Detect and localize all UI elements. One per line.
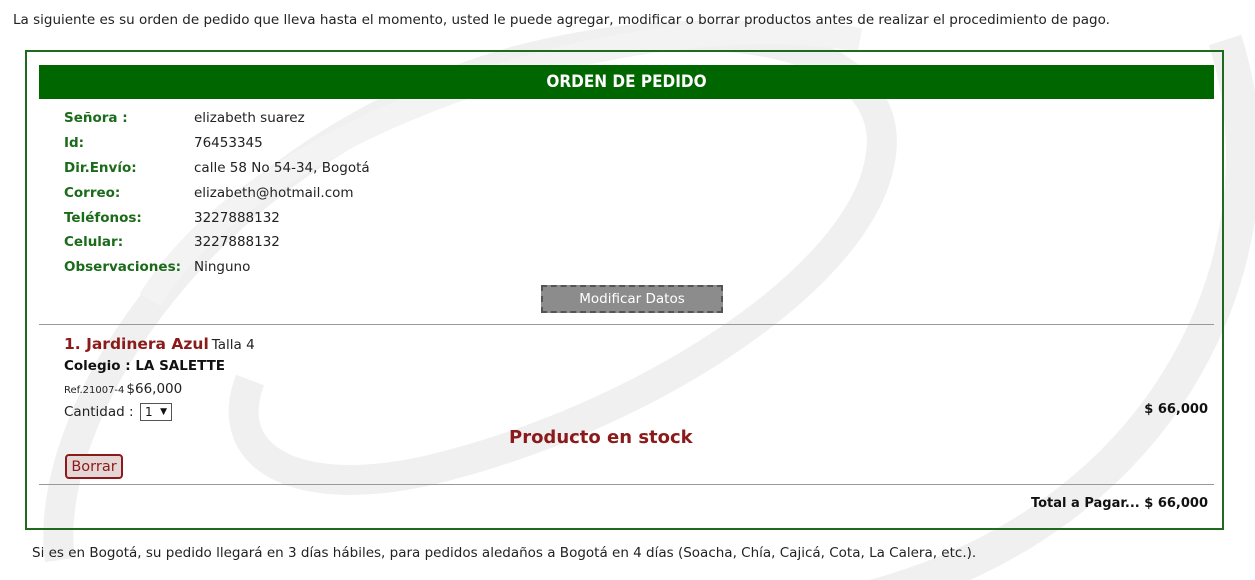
info-label: Dir.Envío: bbox=[64, 159, 137, 176]
divider bbox=[39, 324, 1214, 325]
total-to-pay: Total a Pagar... $ 66,000 bbox=[1030, 496, 1208, 511]
info-row-phones: Teléfonos: 3227888132 bbox=[64, 205, 370, 230]
info-value: elizabeth@hotmail.com bbox=[194, 184, 354, 201]
info-value: Ninguno bbox=[194, 259, 251, 276]
product-ref-line: Ref.21007-4 $66,000 bbox=[64, 378, 182, 397]
quantity-select[interactable]: 1 ▼ bbox=[140, 403, 172, 421]
delivery-note: Si es en Bogotá, su pedido llegará en 3 … bbox=[32, 545, 977, 561]
info-row-email: Correo: elizabeth@hotmail.com bbox=[64, 180, 370, 205]
stock-status: Producto en stock bbox=[509, 427, 693, 448]
info-label: Teléfonos: bbox=[64, 209, 142, 226]
info-row-id: Id: 76453345 bbox=[64, 131, 370, 156]
info-value: 76453345 bbox=[194, 135, 263, 152]
info-row-name: Señora : elizabeth suarez bbox=[64, 106, 370, 131]
product-item: 1. Jardinera Azul Talla 4 bbox=[64, 335, 255, 353]
order-box: ORDEN DE PEDIDO Señora : elizabeth suare… bbox=[25, 50, 1224, 530]
info-value: elizabeth suarez bbox=[194, 110, 305, 127]
info-label: Celular: bbox=[64, 234, 124, 251]
info-label: Señora : bbox=[64, 110, 128, 127]
product-size: Talla 4 bbox=[211, 337, 255, 353]
delete-product-button[interactable]: Borrar bbox=[65, 454, 123, 479]
info-row-notes: Observaciones: Ninguno bbox=[64, 255, 370, 280]
info-value: 3227888132 bbox=[194, 234, 280, 251]
info-row-mobile: Celular: 3227888132 bbox=[64, 230, 370, 255]
product-ref: Ref.21007-4 bbox=[64, 385, 125, 396]
order-header-title: ORDEN DE PEDIDO bbox=[39, 65, 1214, 99]
info-row-address: Dir.Envío: calle 58 No 54-34, Bogotá bbox=[64, 156, 370, 181]
dropdown-arrow-icon: ▼ bbox=[160, 407, 167, 417]
quantity-value: 1 bbox=[145, 405, 153, 419]
line-total-price: $ 66,000 bbox=[1144, 402, 1208, 417]
product-name[interactable]: 1. Jardinera Azul bbox=[64, 335, 209, 353]
quantity-label: Cantidad : bbox=[64, 404, 134, 420]
intro-text: La siguiente es su orden de pedido que l… bbox=[13, 12, 1110, 28]
info-label: Id: bbox=[64, 135, 85, 152]
info-value: calle 58 No 54-34, Bogotá bbox=[194, 159, 370, 176]
customer-info-table: Señora : elizabeth suarez Id: 76453345 D… bbox=[64, 106, 370, 280]
product-school: Colegio : LA SALETTE bbox=[64, 358, 226, 374]
divider bbox=[39, 484, 1214, 485]
product-unit-price: $66,000 bbox=[126, 381, 183, 397]
info-label: Observaciones: bbox=[64, 259, 182, 276]
info-label: Correo: bbox=[64, 184, 121, 201]
info-value: 3227888132 bbox=[194, 209, 280, 226]
modify-personal-data-button[interactable]: Modificar Datos Personales bbox=[541, 285, 723, 331]
page: La siguiente es su orden de pedido que l… bbox=[0, 0, 1255, 580]
